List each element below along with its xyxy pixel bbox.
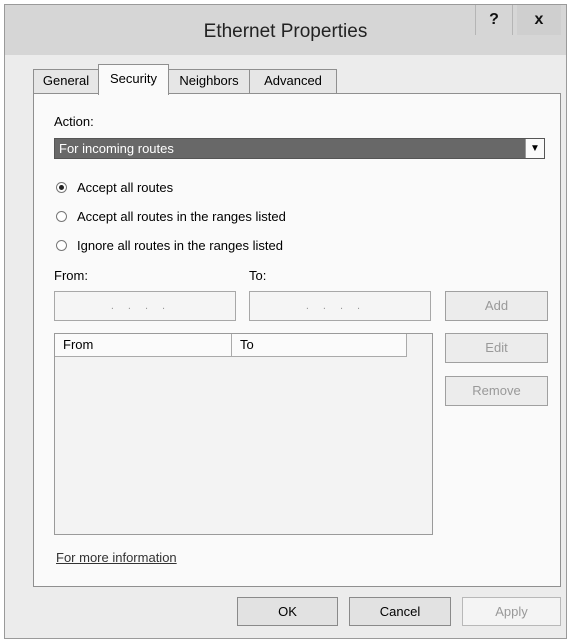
remove-button[interactable]: Remove [445, 376, 548, 406]
action-dropdown[interactable]: For incoming routes ▼ [54, 138, 545, 159]
to-label: To: [249, 268, 267, 283]
radio-accept-all-label: Accept all routes [77, 180, 174, 195]
apply-button[interactable]: Apply [462, 597, 561, 626]
radio-ignore-ranges-label: Ignore all routes in the ranges listed [77, 238, 283, 253]
column-header-from[interactable]: From [55, 334, 232, 357]
security-tab-panel: Action: For incoming routes ▼ Accept all… [33, 93, 561, 587]
action-label: Action: [54, 114, 94, 129]
edit-button[interactable]: Edit [445, 333, 548, 363]
tab-security[interactable]: Security [98, 64, 169, 95]
close-button[interactable]: x [517, 5, 561, 35]
from-ip-input[interactable]: .... [54, 291, 236, 321]
tab-general[interactable]: General [33, 69, 99, 93]
radio-unchecked-icon[interactable] [56, 240, 67, 251]
action-dropdown-value: For incoming routes [59, 141, 174, 156]
ranges-list[interactable]: From To [54, 333, 433, 535]
cancel-button[interactable]: Cancel [349, 597, 451, 626]
title-bar: Ethernet Properties ? x [5, 5, 566, 55]
to-ip-input[interactable]: .... [249, 291, 431, 321]
chevron-down-icon[interactable]: ▼ [525, 139, 544, 158]
ok-button[interactable]: OK [237, 597, 338, 626]
column-header-to[interactable]: To [232, 334, 407, 357]
properties-dialog: Ethernet Properties ? x General Security… [4, 4, 567, 639]
radio-unchecked-icon[interactable] [56, 211, 67, 222]
radio-accept-ranges-label: Accept all routes in the ranges listed [77, 209, 286, 224]
from-label: From: [54, 268, 88, 283]
tab-advanced[interactable]: Advanced [249, 69, 337, 93]
help-button[interactable]: ? [475, 5, 513, 35]
radio-checked-icon[interactable] [56, 182, 67, 193]
tab-neighbors[interactable]: Neighbors [168, 69, 250, 93]
more-info-link[interactable]: For more information [56, 550, 177, 565]
add-button[interactable]: Add [445, 291, 548, 321]
